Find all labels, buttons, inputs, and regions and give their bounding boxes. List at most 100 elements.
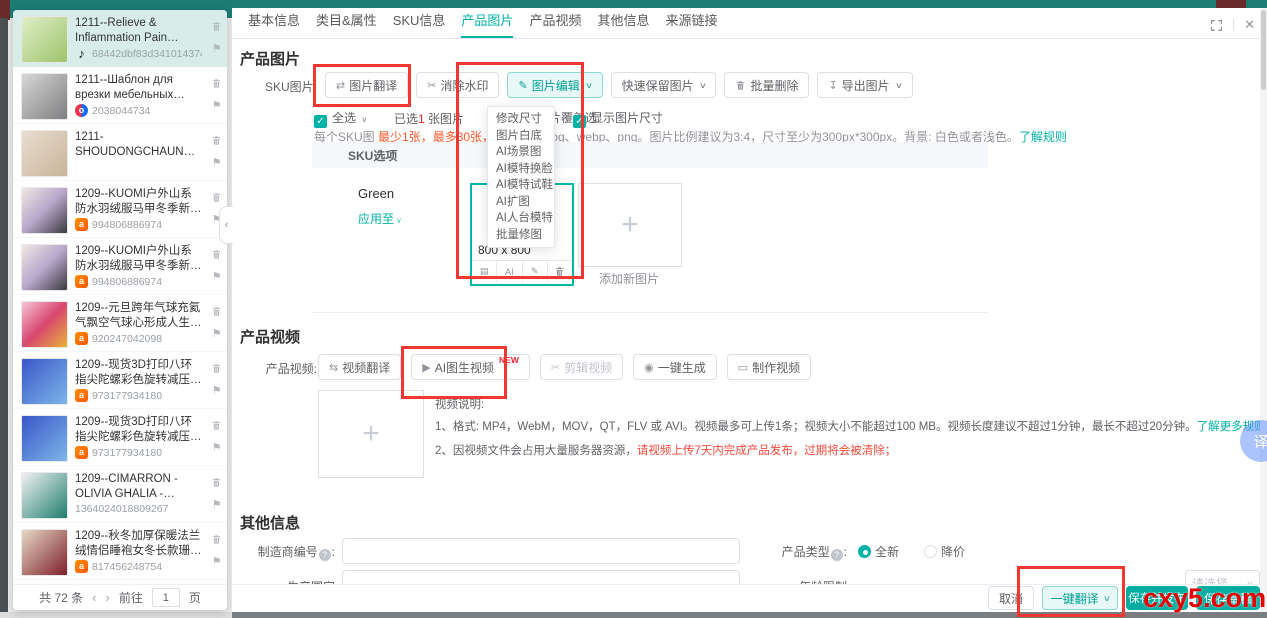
image-edit-button[interactable]: ✎ 图片编辑 ∨ <box>507 72 603 98</box>
tab-1[interactable]: 基本信息 <box>248 10 300 38</box>
edit-menu-item[interactable]: 批量修图 <box>488 227 554 244</box>
radio-discount[interactable]: 降价 <box>924 543 965 560</box>
tab-4[interactable]: 产品图片 <box>461 10 514 38</box>
list-item[interactable]: 1211-SHOUDONGCHAUNGJIAN 111 ⚑ <box>13 124 227 181</box>
delete-icon[interactable] <box>211 532 222 550</box>
tab-5[interactable]: 产品视频 <box>529 10 581 38</box>
list-item[interactable]: 1211--Шаблон для врезки мебельных петель… <box>13 67 227 124</box>
one-click-generate-button[interactable]: ◉ 一键生成 <box>633 354 717 380</box>
cancel-button[interactable]: 取消 <box>988 586 1034 610</box>
list-item[interactable]: 1209--秋冬加厚保暖法兰绒情侣睡袍女冬长款珊瑚绒浴袍男士加大码... a 817… <box>13 523 227 580</box>
select-all-checkbox[interactable]: ✓ 全选 ∨ <box>314 109 367 128</box>
flag-icon[interactable]: ⚑ <box>212 386 222 397</box>
pen-icon[interactable]: ✎ <box>523 261 548 282</box>
batch-delete-button[interactable]: 批量删除 <box>724 72 810 98</box>
list-item[interactable]: 1211--Relieve & Inflammation Pain Instan… <box>13 10 227 67</box>
ai-image-to-video-button[interactable]: ▶ AI图生视频 NEW <box>411 354 530 380</box>
product-title: 1209--CIMARRON - OLIVIA GHALIA - Pantalo… <box>75 473 178 500</box>
add-image-card[interactable]: + <box>578 183 682 267</box>
delete-icon[interactable] <box>211 190 222 208</box>
trash-icon[interactable] <box>548 261 572 282</box>
product-id-row: o 2038044734 <box>75 104 202 118</box>
tab-7[interactable]: 来源链接 <box>665 10 717 38</box>
image-translate-label: 图片翻译 <box>349 78 398 93</box>
list-item[interactable]: 1209--元旦跨年气球充氦气飘空气球心形成人生日布置商场仪式感放... a 920… <box>13 295 227 352</box>
export-images-button[interactable]: ↧ 导出图片 ∨ <box>817 72 913 98</box>
image-translate-button[interactable]: ⇄ 图片翻译 <box>325 72 409 98</box>
delete-icon[interactable] <box>211 361 222 379</box>
list-item[interactable]: 1209--现货3D打印八环指尖陀螺彩色旋转减压指环星际解压盘创意新... a 97… <box>13 352 227 409</box>
list-item[interactable]: 1209--KUOMI户外山系防水羽绒服马甲冬季新款白鸭绒外套男女情侣... a9… <box>13 238 227 295</box>
page-input[interactable] <box>151 588 180 607</box>
edit-menu-item[interactable]: AI扩图 <box>488 194 554 211</box>
radio-new[interactable]: 全新 <box>858 543 899 560</box>
tab-3[interactable]: SKU信息 <box>393 10 446 38</box>
sidebar-collapse-handle[interactable]: ‹ <box>219 206 233 244</box>
apply-to-link[interactable]: 应用至 ∨ <box>358 210 402 227</box>
flag-icon[interactable]: ⚑ <box>212 500 222 511</box>
image-translate-icon: ⇄ <box>336 79 346 92</box>
scrollbar-thumb[interactable] <box>1261 10 1266 90</box>
quick-keep-images-button[interactable]: 快速保留图片 ∨ <box>610 72 717 98</box>
edit-menu-item[interactable]: AI场景图 <box>488 144 554 161</box>
image-icon[interactable]: ▤ <box>472 261 498 282</box>
fullscreen-icon[interactable] <box>1210 19 1223 32</box>
make-video-label: 制作视频 <box>752 360 801 375</box>
edit-menu-item[interactable]: AI模特试鞋 <box>488 177 554 194</box>
flag-icon[interactable]: ⚑ <box>212 158 222 169</box>
product-id: 817456248754 <box>92 560 163 573</box>
aliexpress-icon: a <box>75 446 88 460</box>
flag-icon[interactable]: ⚑ <box>212 101 222 112</box>
make-video-button[interactable]: ▭ 制作视频 <box>726 354 812 380</box>
item-actions: ⚑ <box>209 130 224 176</box>
browser-corner-left <box>0 0 10 20</box>
scrollbar[interactable] <box>1260 8 1267 612</box>
edit-menu-item[interactable]: AI模特换脸 <box>488 161 554 178</box>
flag-icon[interactable]: ⚑ <box>212 44 222 55</box>
list-item[interactable]: 1209--CIMARRON - OLIVIA GHALIA - Pantalo… <box>13 466 227 523</box>
edit-menu-item[interactable]: AI人台模特 <box>488 210 554 227</box>
delete-icon[interactable] <box>211 19 222 37</box>
prev-page-icon[interactable]: ‹ <box>92 590 96 605</box>
image-toolbar: ⇄ 图片翻译 ✂ 消除水印 ✎ 图片编辑 ∨ 快速保留图片 ∨ 批量删除 ↧ 导出图片 ∨ <box>325 72 913 98</box>
edit-menu-item[interactable]: 修改尺寸 <box>488 111 554 128</box>
plus-icon: + <box>362 417 380 450</box>
item-actions: ⚑ <box>209 16 224 62</box>
video-upload-box[interactable]: + <box>318 390 424 478</box>
tab-2[interactable]: 类目&属性 <box>316 10 377 38</box>
item-actions: ⚑ <box>209 415 224 461</box>
edit-menu-item[interactable]: 图片白底 <box>488 128 554 145</box>
chevron-down-icon[interactable]: ∨ <box>361 115 367 124</box>
ai-icon[interactable]: AI <box>497 261 523 282</box>
flag-icon[interactable]: ⚑ <box>212 557 222 568</box>
video-desc-title: 视频说明: <box>435 399 485 411</box>
tab-6[interactable]: 其他信息 <box>597 10 649 38</box>
product-thumbnail <box>21 130 68 177</box>
close-icon[interactable]: ✕ <box>1244 17 1255 33</box>
delete-icon[interactable] <box>211 247 222 265</box>
flag-icon[interactable]: ⚑ <box>212 329 222 340</box>
flag-icon[interactable]: ⚑ <box>212 443 222 454</box>
delete-icon[interactable] <box>211 304 222 322</box>
list-item[interactable]: 1209--KUOMI户外山系防水羽绒服马甲冬季新款白鸭绒外套男女情侣... a9… <box>13 181 227 238</box>
next-page-icon[interactable]: › <box>106 590 110 605</box>
flag-icon[interactable]: ⚑ <box>212 272 222 283</box>
video-translate-button[interactable]: ⇆ 视频翻译 <box>318 354 402 380</box>
delete-icon[interactable] <box>211 76 222 94</box>
select-all-label: 全选 <box>332 111 357 125</box>
delete-icon[interactable] <box>211 475 222 493</box>
delete-icon[interactable] <box>211 418 222 436</box>
manufacturer-input[interactable] <box>342 538 740 564</box>
delete-icon[interactable] <box>211 133 222 151</box>
image-card-toolbar: ▤ AI ✎ <box>472 260 572 282</box>
one-click-translate-button[interactable]: 一键翻译 ∨ <box>1042 586 1118 610</box>
list-item[interactable]: 1209--现货3D打印八环指尖陀螺彩色旋转减压指环星际解压盘创意新... a 97… <box>13 409 227 466</box>
info-icon: ? <box>318 549 331 561</box>
item-actions: ⚑ <box>209 529 224 575</box>
product-edit-modal: 基本信息 类目&属性 SKU信息 产品图片 产品视频 其他信息 来源链接 ✕ 产品图片 SK… <box>232 8 1267 612</box>
plus-icon: + <box>621 208 639 241</box>
remove-watermark-button[interactable]: ✂ 消除水印 <box>416 72 500 98</box>
show-size-checkbox[interactable]: ✓ 显示图片尺寸 <box>573 109 663 128</box>
rules-link[interactable]: 了解规则 <box>1019 130 1067 144</box>
chevron-down-icon: ∨ <box>894 80 903 90</box>
